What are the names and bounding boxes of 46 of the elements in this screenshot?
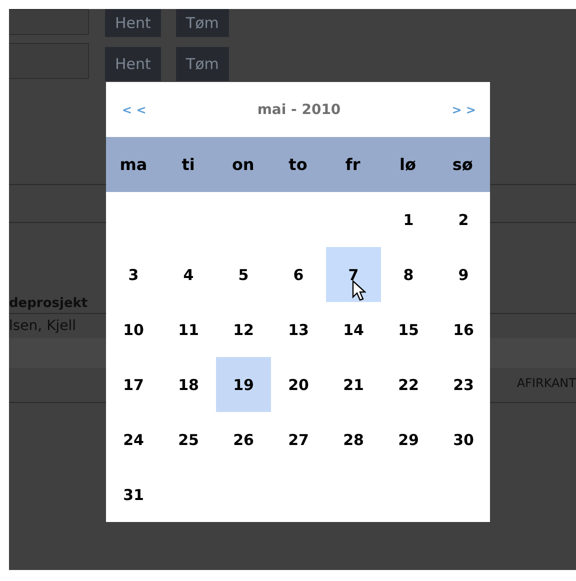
form-button[interactable]: Hent [105, 9, 161, 37]
calendar-day[interactable]: 23 [436, 357, 491, 412]
calendar-day[interactable]: 19 [216, 357, 271, 412]
month-title: mai - 2010 [257, 102, 341, 118]
calendar-day[interactable]: 13 [271, 302, 326, 357]
calendar-day[interactable]: 4 [161, 247, 216, 302]
calendar-day[interactable]: 3 [106, 247, 161, 302]
calendar-day[interactable]: 21 [326, 357, 381, 412]
text-field[interactable] [9, 9, 89, 35]
calendar-day[interactable]: 25 [161, 412, 216, 467]
calendar-day[interactable]: 31 [106, 467, 161, 522]
calendar-day[interactable]: 9 [436, 247, 491, 302]
calendar-day[interactable]: 15 [381, 302, 436, 357]
form-button[interactable]: Tøm [176, 9, 229, 37]
weekday-label: on [230, 155, 256, 174]
calendar-day[interactable]: 2 [436, 192, 491, 247]
calendar-day[interactable]: 18 [161, 357, 216, 412]
calendar-day[interactable]: 17 [106, 357, 161, 412]
calendar-day[interactable]: 28 [326, 412, 381, 467]
calendar-day[interactable]: 5 [216, 247, 271, 302]
weekday-label: lø [398, 155, 417, 174]
calendar-day[interactable]: 10 [106, 302, 161, 357]
weekday-label: to [288, 155, 308, 174]
weekday-label: sø [451, 155, 474, 174]
calendar-day[interactable]: 29 [381, 412, 436, 467]
calendar-day[interactable]: 26 [216, 412, 271, 467]
calendar-day[interactable]: 30 [436, 412, 491, 467]
weekday-label: ti [180, 155, 196, 174]
calendar-day[interactable]: 20 [271, 357, 326, 412]
calendar-day[interactable]: 27 [271, 412, 326, 467]
calendar-day[interactable]: 24 [106, 412, 161, 467]
mouse-pointer-icon [352, 280, 366, 302]
weekday-label: fr [344, 155, 362, 174]
weekday-label: ma [118, 155, 148, 174]
text-field[interactable] [9, 43, 89, 79]
calendar-day[interactable]: 11 [161, 302, 216, 357]
calendar-day[interactable]: 16 [436, 302, 491, 357]
calendar-day[interactable]: 6 [271, 247, 326, 302]
calendar-day[interactable]: 14 [326, 302, 381, 357]
form-button[interactable]: Tøm [176, 47, 229, 81]
calendar-day[interactable]: 1 [381, 192, 436, 247]
calendar-day[interactable]: 12 [216, 302, 271, 357]
form-button[interactable]: Hent [105, 47, 161, 81]
calendar-day[interactable]: 22 [381, 357, 436, 412]
calendar-day[interactable]: 8 [381, 247, 436, 302]
calendar-day[interactable]: 7 [326, 247, 381, 302]
